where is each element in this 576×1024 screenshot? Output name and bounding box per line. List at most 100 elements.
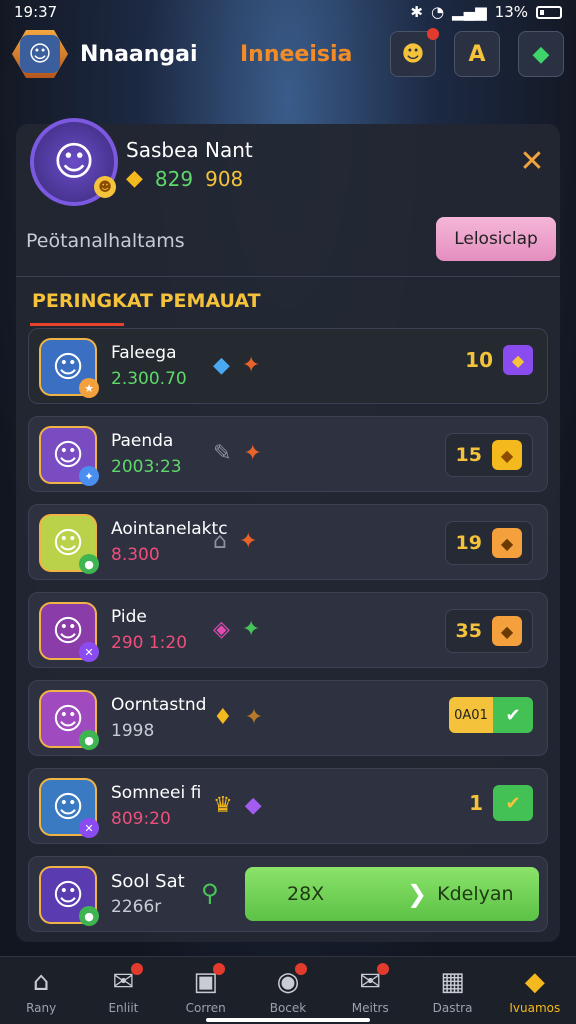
- row-avatar: ☺ ✕: [39, 602, 99, 662]
- leaderboard-panel: ☺ ☻ Sasbea Nant ◆ 829 908 ✕ Peötanalhalt…: [16, 118, 560, 942]
- purple-cube-icon: ◆: [503, 345, 533, 375]
- purple-gift-icon: ◆: [244, 793, 262, 818]
- divider: [16, 276, 560, 277]
- row-items: ♦ ✦: [213, 705, 263, 730]
- orange-cube-icon: ◆: [492, 616, 522, 646]
- rank-number: 19: [455, 532, 482, 554]
- gold-diamond-icon: ♦: [213, 705, 233, 730]
- row-avatar: ☺ ★: [39, 338, 99, 398]
- nav-item-bag[interactable]: ▣ Corren: [165, 957, 247, 1024]
- top-actions: ☻ A ◆: [390, 28, 564, 77]
- nav-label: Enliit: [108, 1000, 139, 1015]
- row-score: 2003:23: [111, 457, 182, 477]
- orange-cube-icon: ◆: [492, 528, 522, 558]
- bluetooth-icon: ✱: [410, 3, 423, 21]
- ranking-row[interactable]: ☺ ✕ Pide 290 1:20 ◈ ✦ 35 ◆: [28, 592, 548, 668]
- row-rank: 1 ✔: [469, 785, 533, 821]
- close-button[interactable]: ✕: [512, 144, 552, 179]
- badge-icon: ✦: [79, 466, 99, 486]
- ranking-row[interactable]: ☺ ★ Faleega 2.300.70 ◆ ✦ 10 ◆: [28, 328, 548, 404]
- ranking-row[interactable]: ☺ ● Oorntastnd 1998 ♦ ✦ 0A01 ✔: [28, 680, 548, 756]
- nav-item-mail[interactable]: ✉ Enliit: [82, 957, 164, 1024]
- status-bar: 19:37 ✱ ◔ ▂▄▆ 13%: [0, 0, 576, 24]
- row-score: 809:20: [111, 809, 171, 829]
- row-score: 2.300.70: [111, 369, 187, 389]
- row-name: Aointanelaktc: [111, 519, 228, 539]
- crown-icon: ♛: [213, 793, 233, 818]
- collect-button[interactable]: 28X ❯ Kdelyan: [245, 867, 539, 921]
- rank-number: 1: [469, 791, 483, 815]
- feather-icon: ✎: [213, 441, 232, 466]
- rank-value: 1 ✔: [469, 785, 533, 821]
- rank-a-button[interactable]: A: [454, 31, 500, 77]
- top-bar: ☺ Nnaangai Inneeisia ☻ A ◆: [0, 26, 576, 82]
- row-name: Pide: [111, 607, 147, 627]
- profile-score: ◆ 829 908: [126, 166, 243, 191]
- battery-percent: 13%: [494, 3, 528, 21]
- gift-icon: ✦: [243, 441, 262, 466]
- gem-shop-button[interactable]: ◆: [518, 31, 564, 77]
- grid-icon: ▦: [440, 966, 465, 997]
- chest-icon: ✦: [244, 705, 264, 730]
- emoji-badge-icon: ☻: [94, 176, 116, 198]
- badge-icon: ✕: [79, 642, 99, 662]
- row-rank: 0A01 ✔: [449, 697, 533, 733]
- check-button[interactable]: ✔: [493, 785, 533, 821]
- check-icon: ✔: [493, 697, 533, 733]
- ranking-row[interactable]: ☺ ● Aointanelaktc 8.300 ⌂ ✦ 19 ◆: [28, 504, 548, 580]
- row-score: 1998: [111, 721, 155, 741]
- nav-item-grid[interactable]: ▦ Dastra: [411, 957, 493, 1024]
- profile-avatar[interactable]: ☺ ☻: [30, 118, 118, 206]
- gift-icon: ✦: [238, 529, 258, 554]
- section-title: PERINGKAT PEMAUAT: [32, 290, 261, 312]
- row-avatar: ☺ ✕: [39, 778, 99, 838]
- row-items: ✎ ✦: [213, 441, 262, 466]
- row-rank: 15 ◆: [444, 433, 533, 477]
- badge-icon: ★: [79, 378, 99, 398]
- rank-box: 35 ◆: [444, 609, 533, 653]
- nav-label: Ivuamos: [509, 1000, 561, 1015]
- green-gift-icon: ✦: [241, 617, 261, 642]
- nav-item-envelope[interactable]: ✉ Meitrs: [329, 957, 411, 1024]
- nav-item-camera[interactable]: ◉ Bocek: [247, 957, 329, 1024]
- row-items: ♛ ◆: [213, 793, 262, 818]
- character-button[interactable]: ☻: [390, 28, 439, 77]
- rank-box: 19 ◆: [444, 521, 533, 565]
- claim-button[interactable]: 0A01 ✔: [449, 697, 533, 733]
- gold-cube-icon: ◆: [492, 440, 522, 470]
- badge-icon: ●: [79, 730, 99, 750]
- rank-number: 35: [455, 620, 482, 642]
- profile-action-button[interactable]: Lelosiclap: [436, 217, 556, 261]
- badge-icon: ●: [79, 906, 99, 926]
- green-gem-icon: ◆: [532, 41, 550, 67]
- row-items: ◆ ✦: [213, 353, 260, 378]
- status-time: 19:37: [14, 3, 58, 21]
- player-name: Nnaangai: [80, 41, 198, 67]
- wifi-icon: ◔: [430, 3, 445, 21]
- row-items: ◈ ✦: [213, 617, 260, 642]
- blue-cube-icon: ◆: [213, 353, 230, 378]
- rank-number: 15: [455, 444, 482, 466]
- nav-label: Bocek: [269, 1000, 307, 1015]
- claim-label: 0A01: [449, 697, 493, 733]
- nav-item-home[interactable]: ⌂ Rany: [0, 957, 82, 1024]
- rank-number: 10: [465, 348, 493, 372]
- ranking-row[interactable]: ☺ ✦ Paenda 2003:23 ✎ ✦ 15 ◆: [28, 416, 548, 492]
- profile-subtitle: Peötanalhaltams: [26, 230, 185, 252]
- ranking-row[interactable]: ☺ ✕ Somneei fi 809:20 ♛ ◆ 1 ✔: [28, 768, 548, 844]
- nav-label: Meitrs: [351, 1000, 389, 1015]
- pink-box-icon: ◈: [213, 617, 230, 642]
- notification-dot: [427, 28, 439, 40]
- row-name: Sool Sat: [111, 871, 185, 892]
- row-rank: 10 ◆: [465, 345, 533, 375]
- nav-item-gems[interactable]: ◆ Ivuamos: [494, 957, 576, 1024]
- row-avatar: ☺ ✦: [39, 426, 99, 486]
- row-rank: 35 ◆: [444, 609, 533, 653]
- nav-label: Dastra: [432, 1000, 473, 1015]
- badge-icon: ✕: [79, 818, 99, 838]
- row-score: 8.300: [111, 545, 160, 565]
- row-name: Oorntastnd: [111, 695, 207, 715]
- location-pin-icon: ⚲: [201, 879, 219, 907]
- home-indicator: [206, 1018, 370, 1022]
- player-avatar-button[interactable]: ☺: [12, 30, 68, 78]
